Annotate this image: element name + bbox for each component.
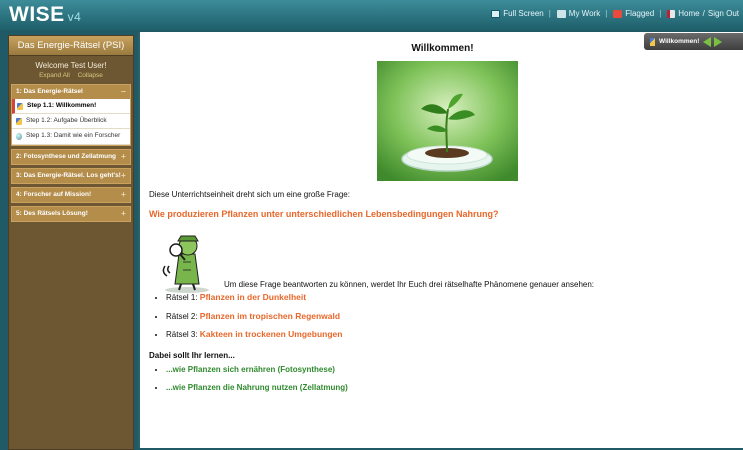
flagged-button[interactable]: Flagged — [613, 9, 654, 18]
list-item: ...wie Pflanzen sich ernähren (Fotosynth… — [166, 365, 348, 374]
top-nav: Full Screen | My Work | Flagged | Home /… — [485, 9, 739, 18]
nav-slash: / — [702, 9, 705, 18]
pencil-icon — [17, 103, 23, 111]
puzzle-prefix: Rätsel 3: — [166, 330, 200, 339]
wise-logo: WISE v4 — [9, 3, 81, 27]
nav-divider: | — [605, 9, 608, 18]
activity-5[interactable]: 5: Des Rätsels Lösung! + — [11, 205, 131, 222]
puzzle-title: Pflanzen im tropischen Regenwald — [199, 310, 341, 321]
logo-text: WISE — [9, 3, 65, 26]
puzzle-prefix: Rätsel 2: — [166, 311, 200, 321]
my-work-icon — [556, 9, 566, 18]
activity-header[interactable]: 4: Forscher auf Mission! + — [12, 187, 130, 202]
expand-toggle-icon[interactable]: + — [121, 189, 126, 200]
home-label: Home — [678, 9, 700, 18]
step-item-1-1[interactable]: Step 1.1: Willkommen! — [12, 99, 130, 115]
activity-3[interactable]: 3: Das Energie-Rätsel. Los geht's! + — [11, 167, 131, 184]
home-icon — [667, 9, 676, 18]
activity-label: 4: Forscher auf Mission! — [16, 190, 92, 198]
step-list: Step 1.1: Willkommen! Step 1.2: Aufgabe … — [12, 99, 130, 145]
activity-header[interactable]: 5: Des Rätsels Lösung! + — [12, 206, 130, 221]
expand-collapse-controls: Expand All Collapse — [9, 72, 133, 79]
puzzle-prefix: Rätsel 1: — [166, 293, 200, 302]
step-content: Willkommen! Willkommen! Diese Unterricht… — [138, 32, 743, 448]
activity-4[interactable]: 4: Forscher auf Mission! + — [11, 186, 131, 203]
project-title: Das Energie-Rätsel (PSI) — [9, 36, 133, 56]
pencil-icon — [16, 118, 22, 126]
my-work-button[interactable]: My Work — [556, 9, 601, 18]
list-item: Rätsel 1: Pflanzen in der Dunkelheit — [166, 292, 342, 302]
expand-toggle-icon[interactable]: + — [121, 208, 126, 219]
welcome-message: Welcome Test User! — [35, 61, 107, 70]
top-bar: WISE v4 Full Screen | My Work | Flagged |… — [0, 0, 743, 30]
activity-label: 3: Das Energie-Rätsel. Los geht's! — [16, 171, 121, 179]
puzzle-list: Rätsel 1: Pflanzen in der Dunkelheit Rät… — [150, 292, 342, 348]
list-item: ...wie Pflanzen die Nahrung nutzen (Zell… — [166, 383, 348, 392]
puzzle-title: Kakteen in trockenen Umgebungen — [199, 329, 343, 339]
navigation-sidebar: Das Energie-Rätsel (PSI) Welcome Test Us… — [8, 35, 134, 450]
activity-1: 1: Das Energie-Rätsel − Step 1.1: Willko… — [11, 84, 131, 146]
key-question: Wie produzieren Pflanzen unter unterschi… — [149, 209, 499, 219]
learning-goals-heading: Dabei sollt Ihr lernen... — [149, 351, 235, 360]
seedling-petri-dish-image — [377, 61, 518, 181]
goal-text: ...wie Pflanzen sich ernähren (Fotosynth… — [166, 365, 335, 374]
intro-text: Diese Unterrichtseinheit dreht sich um e… — [149, 190, 350, 199]
my-work-label: My Work — [568, 9, 601, 18]
puzzle-title: Pflanzen in der Dunkelheit — [199, 292, 307, 302]
expand-toggle-icon[interactable]: + — [121, 170, 126, 181]
expand-toggle-icon[interactable]: + — [121, 151, 126, 162]
fullscreen-icon — [491, 9, 501, 18]
globe-icon — [16, 133, 22, 141]
expand-all-link[interactable]: Expand All — [39, 72, 70, 79]
page-title: Willkommen! — [411, 43, 474, 54]
step-label: Step 1.2: Aufgabe Überblick — [26, 117, 107, 125]
collapse-link[interactable]: Collapse — [78, 72, 103, 79]
detective-illustration — [162, 235, 209, 293]
version-label: v4 — [67, 10, 82, 24]
step-item-1-3[interactable]: Step 1.3: Damit wie ein Forscher — [12, 129, 130, 145]
step-label: Step 1.3: Damit wie ein Forscher — [26, 132, 121, 140]
flagged-label: Flagged — [625, 9, 655, 18]
activity-header[interactable]: 1: Das Energie-Rätsel − — [12, 85, 130, 100]
activity-header[interactable]: 3: Das Energie-Rätsel. Los geht's! + — [12, 168, 130, 183]
activity-header[interactable]: 2: Fotosynthese und Zellatmung + — [12, 149, 130, 164]
collapse-toggle-icon[interactable]: − — [121, 86, 126, 97]
learning-goals-list: ...wie Pflanzen sich ernähren (Fotosynth… — [150, 365, 348, 401]
full-screen-button[interactable]: Full Screen — [491, 9, 544, 18]
activity-2[interactable]: 2: Fotosynthese und Zellatmung + — [11, 148, 131, 165]
activity-label: 1: Das Energie-Rätsel — [16, 88, 83, 95]
step-item-1-2[interactable]: Step 1.2: Aufgabe Überblick — [12, 114, 130, 130]
goal-text: ...wie Pflanzen die Nahrung nutzen (Zell… — [166, 383, 348, 392]
sign-out-link[interactable]: Sign Out — [708, 9, 739, 18]
nav-divider: | — [659, 9, 662, 18]
flag-icon — [613, 9, 623, 18]
nav-divider: | — [548, 9, 551, 18]
step-label: Step 1.1: Willkommen! — [27, 102, 97, 110]
list-item: Rätsel 2: Pflanzen im tropischen Regenwa… — [166, 311, 342, 321]
activity-label: 2: Fotosynthese und Zellatmung — [16, 152, 117, 160]
explanation-text: Um diese Frage beantworten zu können, we… — [224, 280, 595, 289]
list-item: Rätsel 3: Kakteen in trockenen Umgebunge… — [166, 329, 342, 339]
activity-label: 5: Des Rätsels Lösung! — [16, 209, 88, 217]
home-button[interactable]: Home — [667, 9, 700, 18]
full-screen-label: Full Screen — [503, 9, 544, 18]
